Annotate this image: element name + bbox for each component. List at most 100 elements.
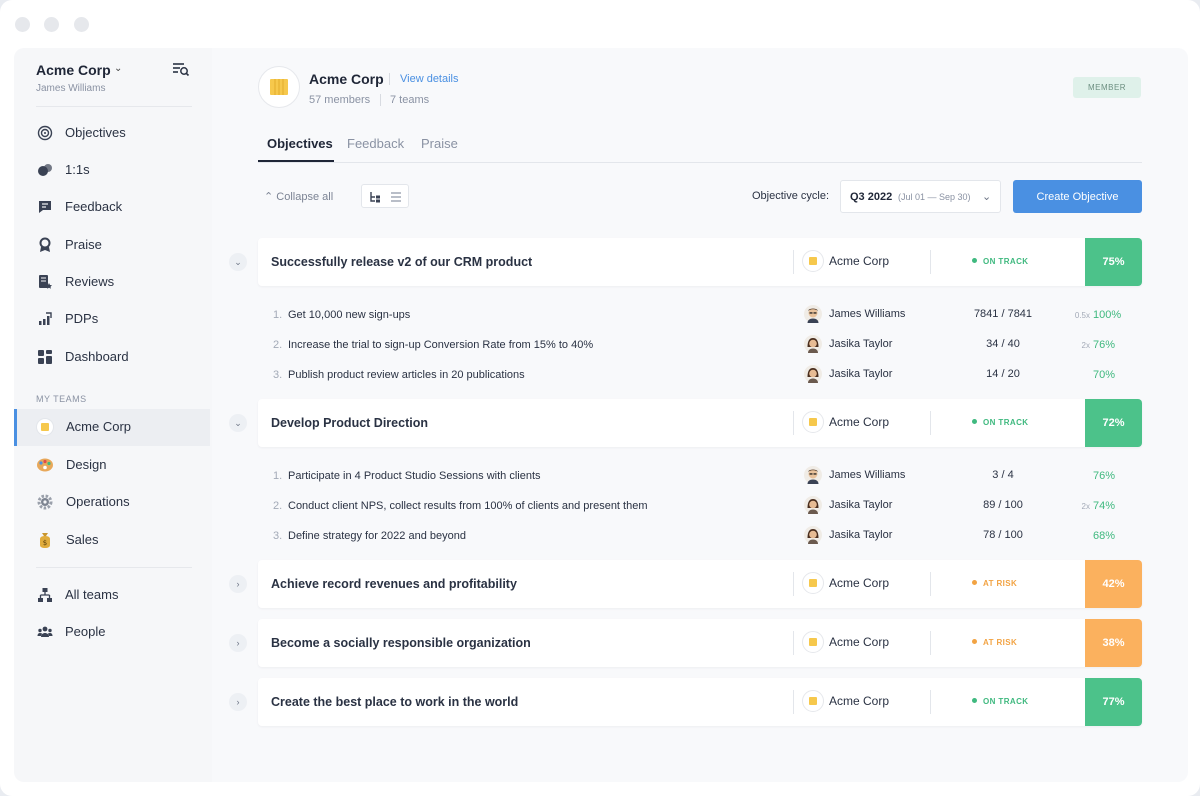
review-icon bbox=[36, 273, 54, 291]
card-divider bbox=[930, 250, 931, 274]
key-result-percent: 76% bbox=[1093, 339, 1116, 351]
nav-people[interactable]: People bbox=[14, 614, 212, 650]
collapse-all-button[interactable]: ⌃ Collapse all bbox=[264, 190, 333, 203]
menu-search-icon[interactable] bbox=[172, 62, 190, 78]
current-user-name: James Williams bbox=[36, 83, 106, 94]
card-divider bbox=[930, 631, 931, 655]
people-icon bbox=[36, 623, 54, 641]
create-objective-button[interactable]: Create Objective bbox=[1013, 180, 1142, 213]
team-label: Sales bbox=[66, 532, 99, 547]
header-divider bbox=[380, 94, 381, 106]
status-badge: AT RISK bbox=[972, 638, 1017, 647]
objective-card[interactable]: Successfully release v2 of our CRM produ… bbox=[258, 238, 1142, 286]
team-item-design[interactable]: Design bbox=[14, 447, 210, 484]
app-window: Acme Corp ⌄ James Williams Objectives 1:… bbox=[0, 0, 1200, 796]
nav-all-teams[interactable]: All teams bbox=[14, 577, 212, 613]
progress-percent: 72% bbox=[1085, 399, 1142, 447]
key-result-number: 3. bbox=[273, 369, 283, 381]
objective-title: Achieve record revenues and profitabilit… bbox=[271, 577, 517, 591]
key-result-percent: 68% bbox=[1093, 530, 1116, 542]
status-label: ON TRACK bbox=[983, 418, 1029, 427]
nav-label: All teams bbox=[65, 587, 119, 602]
team-item-acme-corp[interactable]: Acme Corp bbox=[14, 409, 210, 446]
nav-praise[interactable]: Praise bbox=[14, 227, 212, 263]
expand-objective-button[interactable]: › bbox=[229, 634, 247, 652]
org-switcher[interactable]: Acme Corp bbox=[36, 62, 111, 78]
objective-title: Become a socially responsible organizati… bbox=[271, 636, 531, 650]
list-view-icon[interactable] bbox=[388, 189, 404, 205]
chevron-right-icon: › bbox=[236, 697, 240, 707]
key-result-progress: 78 / 100 bbox=[983, 529, 1023, 541]
nav-pdps[interactable]: PDPs bbox=[14, 301, 212, 337]
chevron-down-icon: ⌄ bbox=[982, 191, 992, 203]
avatar bbox=[804, 496, 822, 514]
objective-owner: Acme Corp bbox=[829, 635, 890, 649]
key-result-progress: 7841 / 7841 bbox=[973, 308, 1033, 320]
svg-text:$: $ bbox=[43, 539, 47, 547]
collapse-objective-button[interactable]: ⌄ bbox=[229, 414, 247, 432]
status-dot bbox=[972, 580, 977, 586]
key-result-row[interactable]: 3. Define strategy for 2022 and beyond J… bbox=[258, 521, 1142, 551]
nav-objectives[interactable]: Objectives bbox=[14, 115, 212, 151]
tab-feedback[interactable]: Feedback bbox=[347, 136, 404, 151]
key-result-row[interactable]: 3. Publish product review articles in 20… bbox=[258, 360, 1142, 390]
chevron-down-icon[interactable]: ⌄ bbox=[114, 63, 122, 74]
expand-objective-button[interactable]: › bbox=[229, 693, 247, 711]
palette-icon bbox=[36, 456, 54, 474]
expand-objective-button[interactable]: › bbox=[229, 575, 247, 593]
status-dot bbox=[972, 258, 977, 264]
nav-label: Feedback bbox=[65, 199, 123, 214]
avatar bbox=[804, 365, 822, 383]
tab-praise[interactable]: Praise bbox=[421, 136, 458, 151]
header-divider bbox=[389, 73, 390, 85]
key-result-percent: 74% bbox=[1093, 500, 1116, 512]
key-result-row[interactable]: 1. Participate in 4 Product Studio Sessi… bbox=[258, 461, 1142, 491]
avatar bbox=[804, 466, 822, 484]
collapse-objective-button[interactable]: ⌄ bbox=[229, 253, 247, 271]
status-badge: ON TRACK bbox=[972, 697, 1028, 706]
chevron-down-icon: ⌄ bbox=[234, 417, 242, 428]
cycle-dates: (Jul 01 — Sep 30) bbox=[898, 192, 971, 202]
window-minimize-dot[interactable] bbox=[44, 17, 59, 32]
chat-bubbles-icon bbox=[36, 161, 54, 179]
key-result-row[interactable]: 2. Conduct client NPS, collect results f… bbox=[258, 491, 1142, 521]
team-label: Design bbox=[66, 457, 107, 472]
acme-logo-icon bbox=[802, 572, 824, 594]
team-label: Operations bbox=[66, 494, 130, 509]
sidebar: Acme Corp ⌄ James Williams Objectives 1:… bbox=[14, 48, 212, 782]
nav-label: Praise bbox=[65, 237, 102, 252]
tree-view-icon[interactable] bbox=[367, 189, 383, 205]
window-maximize-dot[interactable] bbox=[74, 17, 89, 32]
card-divider bbox=[793, 411, 794, 435]
nav-label: Reviews bbox=[65, 274, 115, 289]
nav-one-on-ones[interactable]: 1:1s bbox=[14, 152, 212, 188]
team-label: Acme Corp bbox=[66, 419, 132, 434]
objective-card[interactable]: Become a socially responsible organizati… bbox=[258, 619, 1142, 667]
chevron-up-icon: ⌃ bbox=[264, 191, 274, 203]
key-result-title: Participate in 4 Product Studio Sessions… bbox=[288, 470, 541, 482]
view-details-link[interactable]: View details bbox=[400, 73, 459, 85]
objective-card[interactable]: Create the best place to work in the wor… bbox=[258, 678, 1142, 726]
chevron-right-icon: › bbox=[236, 579, 240, 589]
objective-card[interactable]: Develop Product Direction Acme Corp ON T… bbox=[258, 399, 1142, 447]
nav-label: People bbox=[65, 624, 106, 639]
objective-owner: Acme Corp bbox=[829, 415, 890, 429]
nav-reviews[interactable]: Reviews bbox=[14, 264, 212, 300]
key-result-title: Increase the trial to sign-up Conversion… bbox=[288, 339, 594, 351]
key-result-row[interactable]: 2. Increase the trial to sign-up Convers… bbox=[258, 330, 1142, 360]
card-divider bbox=[793, 572, 794, 596]
objective-cycle-select[interactable]: Q3 2022 (Jul 01 — Sep 30) ⌄ bbox=[840, 180, 1001, 213]
tab-objectives[interactable]: Objectives bbox=[267, 136, 333, 151]
progress-percent: 42% bbox=[1085, 560, 1142, 608]
key-result-title: Define strategy for 2022 and beyond bbox=[288, 530, 466, 542]
avatar bbox=[804, 335, 822, 353]
key-result-row[interactable]: 1. Get 10,000 new sign-ups James William… bbox=[258, 300, 1142, 330]
nav-label: PDPs bbox=[65, 311, 99, 326]
nav-feedback[interactable]: Feedback bbox=[14, 189, 212, 225]
team-item-sales[interactable]: $ Sales bbox=[14, 522, 210, 559]
key-result-owner: James Williams bbox=[829, 308, 906, 320]
nav-dashboard[interactable]: Dashboard bbox=[14, 339, 212, 375]
window-close-dot[interactable] bbox=[15, 17, 30, 32]
objective-card[interactable]: Achieve record revenues and profitabilit… bbox=[258, 560, 1142, 608]
team-item-operations[interactable]: Operations bbox=[14, 484, 210, 521]
